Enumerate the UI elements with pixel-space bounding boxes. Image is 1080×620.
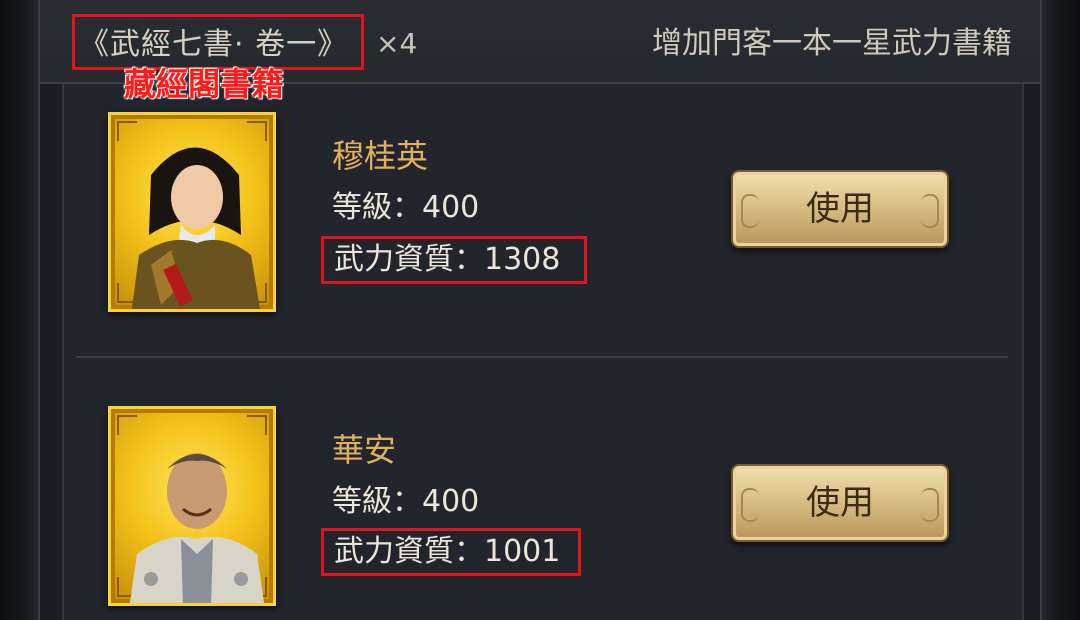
male-scholar-portrait-icon [129,453,265,603]
female-warrior-portrait-icon [131,147,260,309]
annotation-label: 藏經閣書籍 [124,65,285,103]
character-name-1: 穆桂英 [332,137,429,175]
right-frame [1040,0,1080,620]
character-level-2: 等級：400 [332,484,480,519]
character-stat-2: 武力資質：1001 [321,528,581,576]
use-button-label-2: 使用 [806,483,874,523]
use-button-label-1: 使用 [806,189,874,229]
character-name-2: 華安 [332,431,397,469]
character-portrait-2 [108,406,276,606]
use-button-2[interactable]: 使用 [731,464,949,542]
row-divider [76,356,1008,358]
left-frame [0,0,40,620]
book-description: 增加門客一本一星武力書籍 [652,26,1012,61]
character-stat-1: 武力資質：1308 [321,236,587,284]
use-button-1[interactable]: 使用 [731,170,949,248]
character-level-1: 等級：400 [332,190,480,225]
character-portrait-1 [108,112,276,312]
book-count: ×4 [376,27,418,60]
